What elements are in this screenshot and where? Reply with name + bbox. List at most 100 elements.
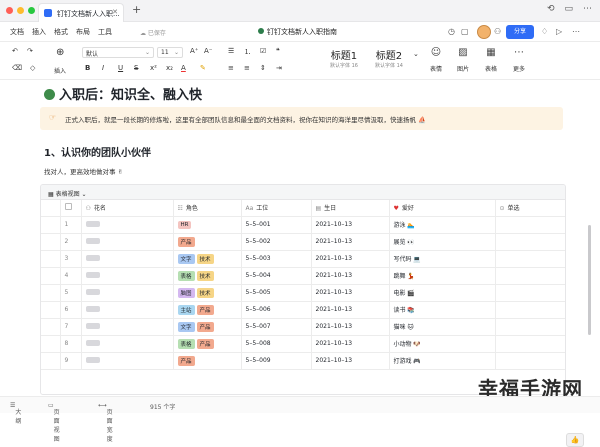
cell-name[interactable]: [81, 301, 174, 319]
cell-single-select[interactable]: [495, 250, 565, 268]
column-name[interactable]: ⚇ 花名: [81, 200, 174, 217]
increase-font-icon[interactable]: A⁺: [190, 47, 198, 55]
share-person-icon[interactable]: ⚇: [494, 27, 501, 36]
minimize-window-button[interactable]: [17, 7, 24, 14]
table-row[interactable]: 1 HR 5–5–001 2021–10–13 游泳 🏊: [41, 216, 565, 234]
cell-birthday[interactable]: 2021–10–13: [311, 352, 390, 370]
cell-role[interactable]: 文字 技术: [173, 250, 242, 268]
cell-single-select[interactable]: [495, 216, 565, 234]
table-row[interactable]: 7 文字 产品 5–5–007 2021–10–13 猫咪 🐱: [41, 318, 565, 336]
new-tab-button[interactable]: +: [132, 3, 141, 16]
cell-seat[interactable]: 5–5–008: [241, 335, 312, 353]
bell-icon[interactable]: ♢: [541, 27, 548, 36]
cell-hobby[interactable]: 读书 📚: [389, 301, 496, 319]
column-hobby[interactable]: ♥ 爱好: [389, 200, 496, 217]
close-window-button[interactable]: [6, 7, 13, 14]
cell-seat[interactable]: 5–5–005: [241, 284, 312, 302]
cell-birthday[interactable]: 2021–10–13: [311, 267, 390, 285]
cell-role[interactable]: 主站 产品: [173, 301, 242, 319]
cell-birthday[interactable]: 2021–10–13: [311, 250, 390, 268]
smile-button[interactable]: ☺ 表情: [425, 47, 447, 73]
indent-icon[interactable]: ⇥: [276, 64, 282, 72]
history-icon[interactable]: ⟲: [547, 4, 555, 14]
cell-seat[interactable]: 5–5–001: [241, 216, 312, 234]
column-birthday[interactable]: ▤ 生日: [311, 200, 390, 217]
outline-toggle[interactable]: ☰ 大纲: [10, 402, 21, 425]
superscript-button[interactable]: x²: [150, 64, 157, 72]
column-single-select[interactable]: ⊙ 单选: [495, 200, 565, 217]
column-role[interactable]: ☷ 角色: [173, 200, 242, 217]
cell-name[interactable]: [81, 233, 174, 251]
menu-item-3[interactable]: 布局: [76, 27, 90, 37]
cell-seat[interactable]: 5–5–002: [241, 233, 312, 251]
format-painter-icon[interactable]: ⌫: [12, 64, 22, 72]
quote-icon[interactable]: ❝: [276, 47, 280, 55]
cell-birthday[interactable]: 2021–10–13: [311, 284, 390, 302]
bullet-list-icon[interactable]: ☰: [228, 47, 234, 55]
clock-icon[interactable]: ◷: [448, 27, 455, 36]
cell-single-select[interactable]: [495, 318, 565, 336]
cell-name[interactable]: [81, 318, 174, 336]
table-row[interactable]: 8 表格 产品 5–5–008 2021–10–13 小动物 🐶: [41, 335, 565, 353]
cell-single-select[interactable]: [495, 301, 565, 319]
table-row[interactable]: 2 产品 5–5–002 2021–10–13 展览 👀: [41, 233, 565, 251]
cell-single-select[interactable]: [495, 233, 565, 251]
style-dropdown-icon[interactable]: ⌄: [413, 50, 419, 58]
table-row[interactable]: 6 主站 产品 5–5–006 2021–10–13 读书 📚: [41, 301, 565, 319]
more-button[interactable]: ⋯ 更多: [508, 47, 530, 73]
cell-birthday[interactable]: 2021–10–13: [311, 216, 390, 234]
insert-plus-icon[interactable]: ⊕: [56, 47, 64, 58]
cell-hobby[interactable]: 写代码 💻: [389, 250, 496, 268]
cell-seat[interactable]: 5–5–006: [241, 301, 312, 319]
column-seat[interactable]: Aa 工位: [241, 200, 312, 217]
table-button[interactable]: ▦ 表格: [480, 47, 502, 73]
chat-icon[interactable]: ▢: [461, 27, 469, 36]
undo-icon[interactable]: ↶: [12, 47, 18, 55]
line-spacing-icon[interactable]: ⇕: [260, 64, 266, 72]
heading1-style[interactable]: 标题1 默认字体 16: [330, 47, 358, 69]
cell-seat[interactable]: 5–5–009: [241, 352, 312, 370]
font-color-button[interactable]: A: [181, 64, 186, 72]
menu-item-1[interactable]: 插入: [32, 27, 46, 37]
subscript-button[interactable]: x₂: [166, 64, 173, 72]
menu-item-2[interactable]: 格式: [54, 27, 68, 37]
cell-single-select[interactable]: [495, 267, 565, 285]
present-icon[interactable]: ▷: [556, 27, 562, 36]
cell-hobby[interactable]: 小动物 🐶: [389, 335, 496, 353]
cell-single-select[interactable]: [495, 335, 565, 353]
cell-birthday[interactable]: 2021–10–13: [311, 233, 390, 251]
cell-role[interactable]: HR: [173, 216, 242, 234]
bold-button[interactable]: B: [85, 64, 90, 72]
table-view-tab[interactable]: ▦ 表格视图 ⌄: [41, 185, 565, 200]
cell-role[interactable]: 产品: [173, 352, 242, 370]
page-view-toggle[interactable]: ▭ 页面视图: [48, 402, 60, 443]
cell-name[interactable]: [81, 335, 174, 353]
table-row[interactable]: 9 产品 5–5–009 2021–10–13 打游戏 🎮: [41, 352, 565, 370]
numbered-list-icon[interactable]: ⒈: [244, 47, 251, 57]
table-row[interactable]: 3 文字 技术 5–5–003 2021–10–13 写代码 💻: [41, 250, 565, 268]
cell-name[interactable]: [81, 352, 174, 370]
strikethrough-button[interactable]: S: [134, 64, 138, 72]
decrease-font-icon[interactable]: A⁻: [204, 47, 212, 55]
font-family-select[interactable]: 默认 ⌄: [82, 47, 154, 58]
menu-item-4[interactable]: 工具: [98, 27, 112, 37]
checklist-icon[interactable]: ☑: [260, 47, 266, 55]
more-menu-icon[interactable]: ⋯: [572, 27, 580, 36]
avatar[interactable]: [477, 25, 491, 39]
close-tab-icon[interactable]: ✕: [112, 8, 118, 16]
heading2-style[interactable]: 标题2 默认字体 14: [375, 47, 403, 69]
menu-item-0[interactable]: 文档: [10, 27, 24, 37]
table-row[interactable]: 5 脑图 技术 5–5–005 2021–10–13 电影 🎬: [41, 284, 565, 302]
table-row[interactable]: 4 表格 技术 5–5–004 2021–10–13 跳舞 💃: [41, 267, 565, 285]
cell-seat[interactable]: 5–5–007: [241, 318, 312, 336]
cell-role[interactable]: 产品: [173, 233, 242, 251]
align-center-icon[interactable]: ≡: [244, 64, 250, 72]
highlight-icon[interactable]: ✎: [200, 64, 206, 72]
redo-icon[interactable]: ↷: [27, 47, 33, 55]
cell-hobby[interactable]: 电影 🎬: [389, 284, 496, 302]
page-width-toggle[interactable]: ⟷ 页面宽度: [98, 402, 113, 443]
cell-role[interactable]: 表格 产品: [173, 335, 242, 353]
cell-name[interactable]: [81, 250, 174, 268]
italic-button[interactable]: I: [102, 64, 104, 72]
more-icon[interactable]: ⋯: [583, 4, 592, 14]
